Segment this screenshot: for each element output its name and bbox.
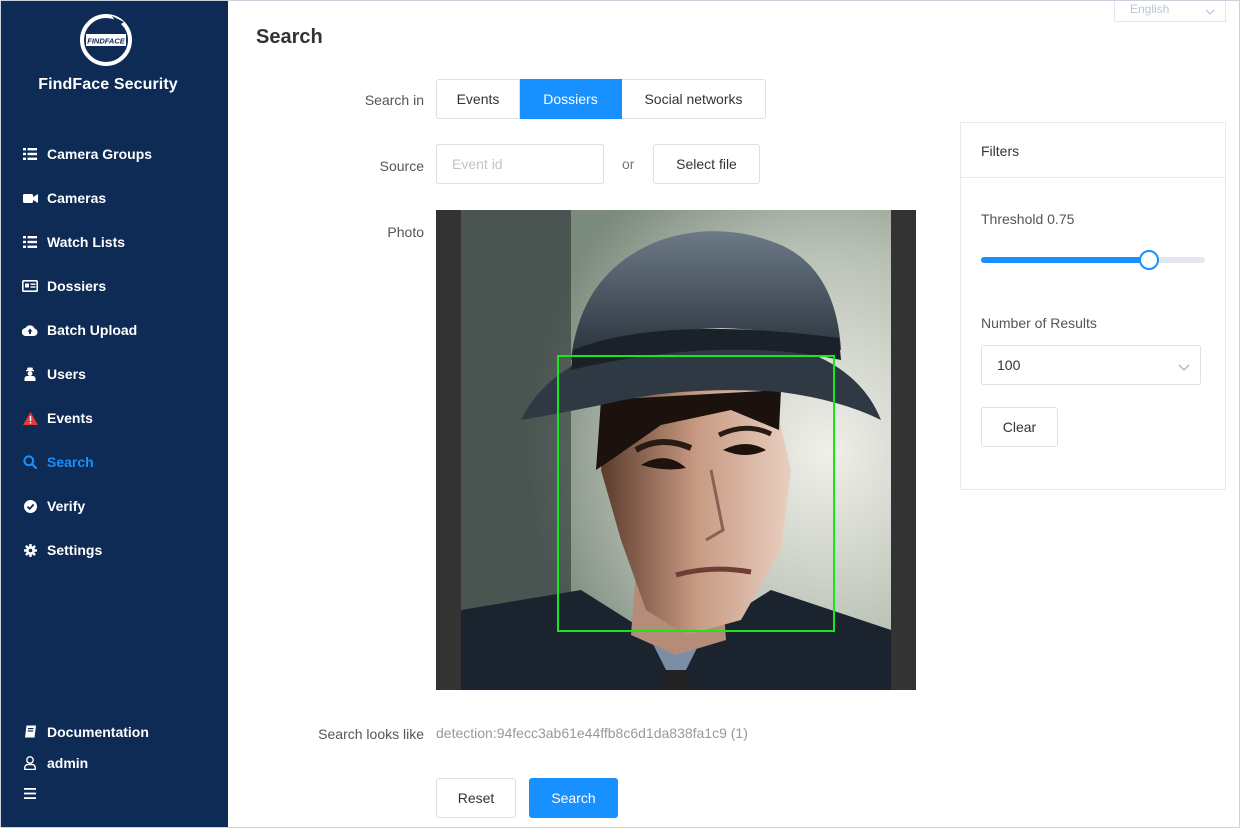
chevron-down-icon — [1205, 4, 1215, 18]
sidebar: FINDFACE FindFace Security Camera Groups… — [0, 0, 228, 828]
sidebar-item-settings[interactable]: Settings — [0, 528, 228, 572]
reset-button[interactable]: Reset — [436, 778, 516, 818]
photo-label: Photo — [387, 224, 424, 240]
sidebar-item-label: Events — [47, 410, 93, 426]
filters-title: Filters — [961, 123, 1225, 178]
username: admin — [47, 754, 89, 771]
looks-like-label: Search looks like — [318, 726, 424, 742]
clear-button[interactable]: Clear — [981, 407, 1058, 447]
sidebar-item-label: Verify — [47, 498, 86, 514]
sidebar-item-label: Settings — [47, 542, 103, 558]
user-icon — [22, 755, 38, 771]
warning-icon — [22, 410, 38, 426]
language-value: English — [1130, 2, 1170, 16]
hamburger-icon — [22, 786, 38, 802]
sidebar-item-watch-lists[interactable]: Watch Lists — [0, 220, 228, 264]
looks-like-value: detection:94fecc3ab61e44ffb8c6d1da838fa1… — [436, 725, 748, 741]
search-photo — [436, 210, 916, 690]
threshold-label: Threshold 0.75 — [981, 211, 1075, 227]
sidebar-item-dossiers[interactable]: Dossiers — [0, 264, 228, 308]
face-detection-box[interactable] — [557, 355, 835, 632]
chevron-down-icon — [1178, 359, 1190, 375]
sidebar-item-camera-groups[interactable]: Camera Groups — [0, 132, 228, 176]
list-icon — [22, 146, 38, 162]
findface-logo[interactable]: FINDFACE — [78, 12, 134, 68]
check-circle-icon — [22, 498, 38, 514]
page-title: Search — [256, 26, 323, 48]
results-select[interactable]: 100 — [981, 345, 1201, 385]
sidebar-item-users[interactable]: Users — [0, 352, 228, 396]
sidebar-item-label: Batch Upload — [47, 322, 138, 338]
id-card-icon — [22, 278, 38, 294]
documentation-link[interactable]: Documentation — [0, 716, 228, 747]
documentation-label: Documentation — [47, 723, 149, 740]
user-menu[interactable]: admin — [0, 747, 228, 778]
search-icon — [22, 454, 38, 470]
tab-social-networks[interactable]: Social networks — [622, 79, 766, 119]
results-value: 100 — [997, 357, 1021, 373]
select-file-button[interactable]: Select file — [653, 144, 760, 184]
or-text: or — [622, 156, 635, 172]
tab-events[interactable]: Events — [436, 79, 520, 119]
svg-text:FINDFACE: FINDFACE — [87, 37, 125, 46]
threshold-slider[interactable] — [981, 250, 1205, 270]
sidebar-bottom: Documentation admin — [0, 716, 228, 809]
sidebar-nav: Camera Groups Cameras Watch Lists Dossie… — [0, 132, 228, 572]
sidebar-item-label: Search — [47, 454, 94, 470]
sidebar-item-label: Camera Groups — [47, 146, 153, 162]
list-icon — [22, 234, 38, 250]
filters-panel: Filters Threshold 0.75 Number of Results… — [960, 122, 1226, 490]
search-button[interactable]: Search — [529, 778, 618, 818]
cloud-upload-icon — [22, 322, 38, 338]
sidebar-item-verify[interactable]: Verify — [0, 484, 228, 528]
menu-toggle[interactable] — [0, 778, 228, 809]
book-icon — [22, 724, 38, 740]
sidebar-item-label: Users — [47, 366, 86, 382]
users-icon — [22, 366, 38, 382]
video-camera-icon — [22, 190, 38, 206]
sidebar-item-batch-upload[interactable]: Batch Upload — [0, 308, 228, 352]
sidebar-item-search[interactable]: Search — [0, 440, 228, 484]
search-in-tabs: Events Dossiers Social networks — [436, 79, 766, 119]
search-in-label: Search in — [364, 92, 424, 108]
event-id-input[interactable] — [436, 144, 604, 184]
source-label: Source — [379, 158, 424, 174]
threshold-slider-handle[interactable] — [1139, 250, 1159, 270]
threshold-slider-fill — [981, 257, 1149, 263]
sidebar-item-label: Dossiers — [47, 278, 107, 294]
sidebar-item-label: Watch Lists — [47, 234, 126, 250]
sidebar-item-cameras[interactable]: Cameras — [0, 176, 228, 220]
results-label: Number of Results — [981, 315, 1097, 331]
sidebar-item-events[interactable]: Events — [0, 396, 228, 440]
sidebar-item-label: Cameras — [47, 190, 107, 206]
gear-icon — [22, 542, 38, 558]
tab-dossiers[interactable]: Dossiers — [520, 79, 622, 119]
brand-name: FindFace Security — [38, 76, 178, 93]
language-select[interactable]: English — [1114, 0, 1226, 22]
